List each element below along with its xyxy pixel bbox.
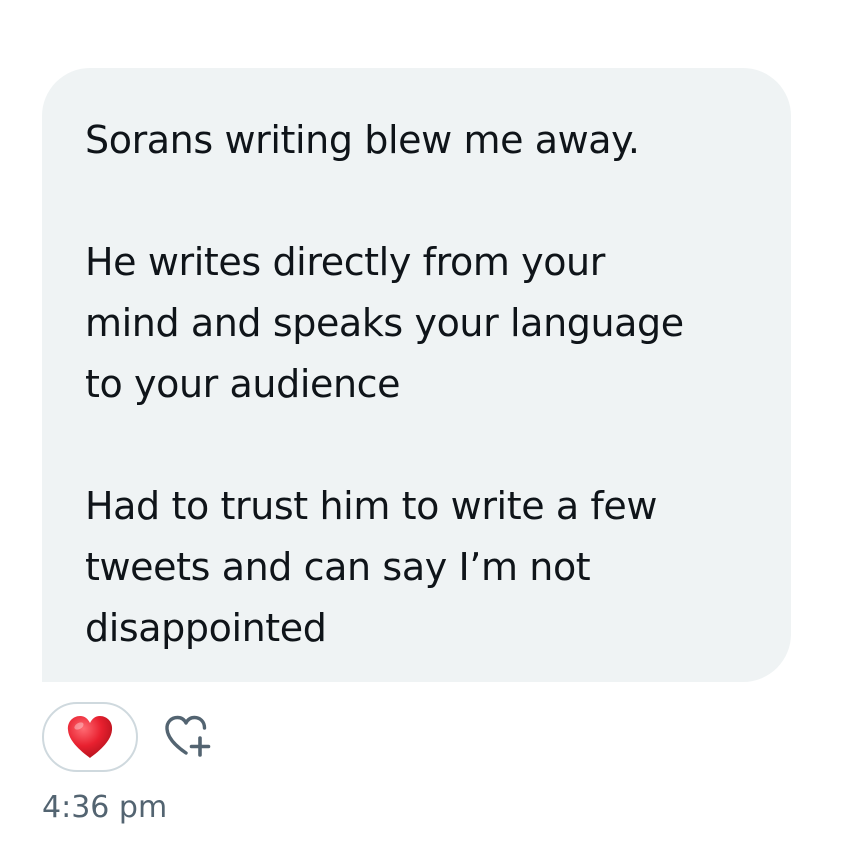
heart-plus-icon bbox=[165, 715, 211, 757]
red-heart-icon bbox=[67, 716, 113, 758]
message-bubble[interactable]: Sorans writing blew me away. He writes d… bbox=[42, 68, 791, 682]
message-paragraph-1: Sorans writing blew me away. bbox=[85, 118, 640, 162]
heart-reaction-button[interactable] bbox=[42, 702, 138, 772]
message-timestamp: 4:36 pm bbox=[42, 790, 168, 825]
reaction-row bbox=[42, 702, 216, 772]
message-paragraph-2: He writes directly from your mind and sp… bbox=[85, 240, 684, 406]
add-reaction-button[interactable] bbox=[160, 709, 216, 765]
message-paragraph-3: Had to trust him to write a few tweets a… bbox=[85, 484, 658, 650]
